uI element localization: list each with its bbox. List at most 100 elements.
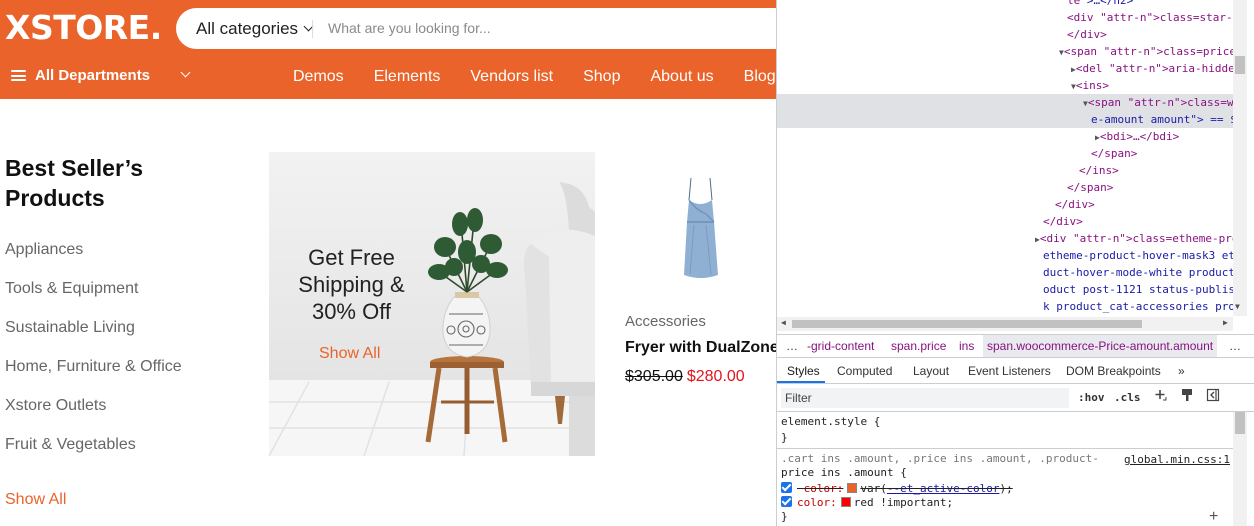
element-style-selector[interactable]: element.style { [781,415,880,429]
dom-node-line[interactable]: </span> [777,179,1113,196]
more-tabs-icon[interactable]: » [1178,364,1185,378]
category-item[interactable]: Fruit & Vegetables [5,435,182,474]
dom-node-line[interactable]: ▼<span "attr-n">class=woocomme [777,94,1233,111]
rule-selector[interactable]: price ins .amount { [781,466,907,480]
dom-node-line[interactable]: le">…</h2> [777,0,1133,9]
show-all-link[interactable]: Show All [5,491,66,509]
rule-close-brace: } [781,510,788,523]
dom-node-text: <span "attr-n">class=woocomme [1087,96,1233,109]
dom-node-line[interactable]: ▶<bdi>…</bdi> [777,128,1179,145]
breadcrumb-more[interactable]: … [1229,335,1241,357]
declaration-checkbox[interactable] [781,496,792,507]
dom-node-line[interactable]: <div "attr-n">class=star-rating-w [777,9,1233,26]
category-item[interactable]: Sustainable Living [5,318,182,357]
product-title[interactable]: Fryer with DualZone [625,339,779,357]
class-toggle[interactable]: .cls [1114,391,1141,404]
dom-node-line[interactable]: k product_cat-accessories pro [777,298,1233,315]
search-divider [312,20,313,38]
site-logo[interactable]: XSTORE. [5,8,162,47]
color-swatch[interactable] [847,483,858,493]
product-category[interactable]: Accessories [625,313,706,330]
devtools-sidebar-tabs: Styles Computed Layout Event Listeners D… [777,359,1254,384]
main-nav: Demos Elements Vendors list Shop About u… [293,68,806,86]
dom-node-text: etheme-product-hover-mask3 et [1043,249,1233,262]
category-item[interactable]: Appliances [5,240,182,279]
category-item[interactable]: Xstore Outlets [5,396,182,435]
scroll-left-arrow-icon[interactable]: ◀ [781,318,786,327]
search-category-select[interactable]: All categories [196,19,314,39]
tab-dom-breakpoints[interactable]: DOM Breakpoints [1066,364,1161,378]
computed-sidebar-toggle-icon[interactable] [1205,388,1221,406]
dom-node-text: </span> [1067,181,1114,194]
dom-node-line[interactable]: ▶<div "attr-n">class=etheme-product-gr [777,230,1233,247]
scrollbar-thumb[interactable] [1235,56,1245,74]
nav-item-blog[interactable]: Blog [744,68,776,86]
dom-node-text: <div "attr-n">class=etheme-product-gr [1039,232,1233,245]
dom-node-line[interactable]: ▶<del "attr-n">aria-hidden=true" [777,60,1233,77]
rule-selector[interactable]: .cart ins .amount, .price ins .amount, .… [781,452,1099,466]
breadcrumb-item[interactable]: -grid-content [807,335,874,357]
tab-event-listeners[interactable]: Event Listeners [968,364,1051,378]
styles-scrollbar[interactable] [1233,412,1247,526]
product-price: $305.00 $280.00 [625,368,745,386]
tab-styles[interactable]: Styles [787,364,820,378]
rule-close-brace: } [781,431,788,444]
color-swatch[interactable] [840,497,851,507]
dom-node-line[interactable]: ▼<span "attr-n">class=price"> [777,43,1233,60]
banner-headline: Get Free Shipping & 30% Off [298,245,405,324]
dom-node-line[interactable]: duct-hover-mode-white product [777,264,1233,281]
breadcrumb-item-active[interactable]: span.woocommerce-Price-amount.amount [983,335,1218,357]
css-declaration[interactable]: color: red !important; [781,496,953,510]
scrollbar-thumb[interactable] [792,320,1142,328]
property-value: red !important; [853,496,954,509]
paint-brush-icon[interactable] [1179,388,1195,406]
dom-node-text: <bdi>…</bdi> [1099,130,1180,143]
elements-tree[interactable]: … le">…</h2><div "attr-n">class=star-rat… [777,0,1233,316]
tab-layout[interactable]: Layout [913,364,949,378]
css-variable-link[interactable]: --et_active-color [887,482,1000,495]
breadcrumb-item[interactable]: ins [959,335,974,357]
new-style-rule-icon[interactable] [1152,388,1168,406]
dom-node-line[interactable]: oduct post-1121 status-publis [777,281,1233,298]
dom-node-line[interactable]: </ins> [777,162,1119,179]
hover-state-toggle[interactable]: :hov [1078,391,1105,404]
category-item[interactable]: Tools & Equipment [5,279,182,318]
tab-computed[interactable]: Computed [837,364,892,378]
scroll-down-arrow-icon[interactable]: ▼ [1235,302,1240,311]
stylesheet-source-link[interactable]: global.min.css:1 [1124,453,1230,466]
dom-node-line[interactable]: </span> [777,145,1137,162]
banner-show-all-link[interactable]: Show All [319,345,380,363]
nav-item-demos[interactable]: Demos [293,68,344,86]
dom-node-line[interactable]: </div> [777,213,1083,230]
styles-filter-input[interactable] [781,388,1069,408]
scrollbar-thumb[interactable] [1235,412,1245,434]
breadcrumb-more[interactable]: … [786,335,798,357]
product-image[interactable] [656,170,746,290]
breadcrumb-item[interactable]: span.price [891,335,946,357]
declaration-checkbox[interactable] [781,482,792,493]
nav-item-vendors-list[interactable]: Vendors list [470,68,553,86]
nav-item-about-us[interactable]: About us [650,68,713,86]
dom-node-text: e-amount amount"> == $0 [1091,113,1233,126]
category-item[interactable]: Home, Furniture & Office [5,357,182,396]
elements-vertical-scrollbar[interactable] [1233,0,1247,316]
dom-node-line[interactable]: </div> [777,196,1095,213]
search-input[interactable] [328,16,728,40]
dom-node-line[interactable]: e-amount amount"> == $0 [777,111,1233,128]
promo-banner[interactable]: Get Free Shipping & 30% Off Show All [269,152,595,456]
nav-item-elements[interactable]: Elements [374,68,441,86]
property-value-prefix: var( [860,482,887,495]
add-property-icon[interactable]: + [1209,508,1218,526]
css-declaration-overridden[interactable]: color: var(--et_active-color); [781,482,1013,496]
search-bar: All categories [176,8,876,49]
all-departments-button[interactable]: All Departments [11,67,150,84]
category-list: Appliances Tools & Equipment Sustainable… [5,240,182,474]
nav-item-shop[interactable]: Shop [583,68,620,86]
dom-node-line[interactable]: </div> [777,26,1107,43]
chevron-down-icon[interactable] [180,67,191,85]
dom-node-line[interactable]: etheme-product-hover-mask3 et [777,247,1233,264]
elements-horizontal-scrollbar[interactable]: ◀ ▶ [777,317,1233,331]
scroll-right-arrow-icon[interactable]: ▶ [1223,318,1228,327]
dom-node-line[interactable]: ▼<ins> [777,77,1109,94]
dom-node-text: <span "attr-n">class=price"> [1063,45,1233,58]
